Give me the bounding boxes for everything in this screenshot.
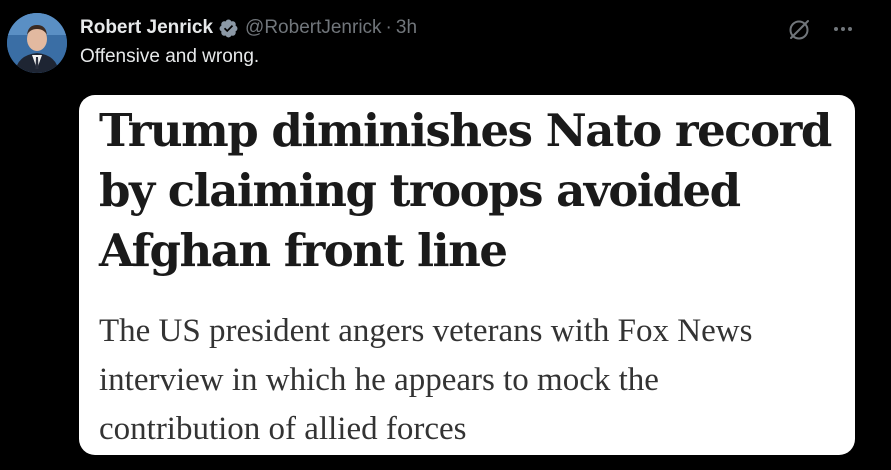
tweet[interactable]: Robert Jenrick @RobertJenrick · 3h Offen… [0, 0, 891, 470]
headline-line: Afghan front line [99, 224, 508, 277]
dot [848, 27, 852, 31]
headline-line: Trump diminishes Nato record [99, 104, 832, 157]
headline-line: by claiming troops avoided [99, 164, 741, 217]
standfirst-line: The US president angers veterans with Fo… [99, 313, 753, 349]
standfirst-line: contribution of allied forces [99, 411, 467, 447]
tweet-header: Robert Jenrick @RobertJenrick · 3h [80, 14, 417, 42]
standfirst-line: interview in which he appears to mock th… [99, 362, 659, 398]
more-dots-icon[interactable] [830, 16, 856, 42]
dot [834, 27, 838, 31]
verified-badge-icon[interactable] [218, 18, 239, 39]
author-handle[interactable]: @RobertJenrick [245, 17, 382, 39]
avatar[interactable] [7, 13, 67, 73]
article-headline: Trump diminishes Nato record by claiming… [99, 101, 839, 281]
author-name[interactable]: Robert Jenrick [80, 17, 213, 39]
tweet-timestamp[interactable]: 3h [396, 17, 417, 39]
article-standfirst: The US president angers veterans with Fo… [99, 307, 839, 454]
tweet-media-card[interactable]: Trump diminishes Nato record by claiming… [79, 95, 855, 455]
header-separator: · [385, 17, 392, 38]
grok-slash-icon[interactable] [786, 16, 812, 42]
dot [841, 27, 845, 31]
avatar-image [7, 13, 67, 73]
tweet-text: Offensive and wrong. [80, 46, 260, 67]
